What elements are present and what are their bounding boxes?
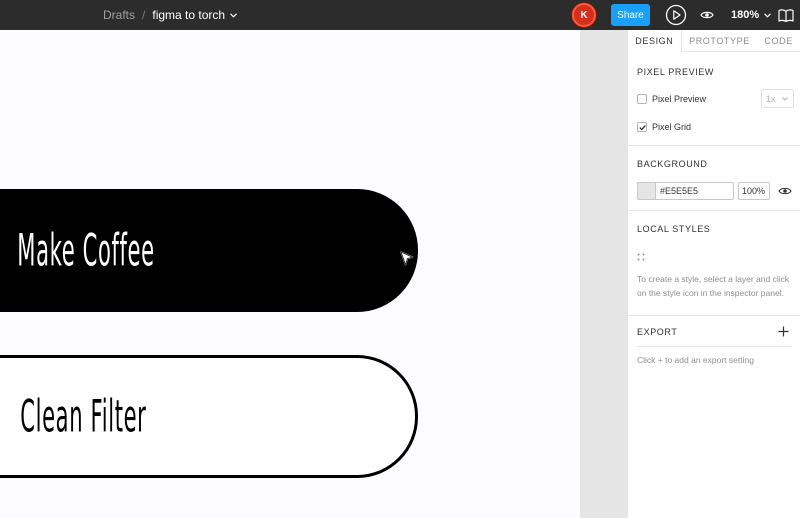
pixel-preview-label: Pixel Preview [652,94,707,104]
toolbar: Drafts / figma to torch K Share 180% [0,0,800,30]
background-color-swatch[interactable] [637,182,655,200]
section-divider [628,315,800,316]
section-divider [628,210,800,211]
tab-design[interactable]: DESIGN [628,30,682,52]
export-help-text: Click + to add an export setting [637,355,754,365]
pixel-grid-checkbox[interactable] [637,122,647,132]
clean-filter-label: Clean Filter [20,390,147,443]
chevron-down-icon [764,12,772,18]
tab-code[interactable]: CODE [757,30,800,52]
local-styles-help-text: To create a style, select a layer and cl… [637,274,790,298]
play-icon [665,4,687,26]
zoom-menu[interactable]: 180% [731,0,772,30]
share-button[interactable]: Share [611,4,650,26]
style-grid-icon[interactable] [637,253,645,261]
section-divider [628,145,800,146]
background-title: BACKGROUND [637,159,708,169]
book-icon [778,8,794,22]
help-button[interactable] [778,7,794,23]
checkmark-icon [639,124,646,131]
make-coffee-button-frame[interactable]: Make Coffee [0,189,418,312]
scale-value: 1x [766,93,776,104]
make-coffee-label: Make Coffee [17,224,155,277]
pixel-preview-title: PIXEL PREVIEW [637,67,714,77]
panel-tabs: DESIGN PROTOTYPE CODE [628,30,800,52]
local-styles-title: LOCAL STYLES [637,224,711,234]
background-opacity-input[interactable]: 100% [738,182,770,200]
canvas-gutter [580,30,627,518]
breadcrumb: Drafts / figma to torch [103,0,237,30]
breadcrumb-separator: / [142,8,146,22]
plus-icon[interactable] [778,326,789,337]
view-settings-button[interactable] [699,7,715,23]
properties-panel: DESIGN PROTOTYPE CODE PIXEL PREVIEW Pixe… [627,30,800,518]
eye-icon[interactable] [778,185,792,197]
chevron-down-icon[interactable] [230,12,237,18]
design-canvas[interactable]: Make Coffee Clean Filter [0,30,580,518]
export-title: EXPORT [637,327,678,337]
breadcrumb-drafts-link[interactable]: Drafts [103,8,135,22]
present-button[interactable] [665,4,687,26]
eye-icon [700,11,714,19]
clean-filter-button-frame[interactable]: Clean Filter [0,355,418,478]
chevron-down-icon [782,97,788,101]
zoom-level: 180% [731,9,760,21]
file-name-menu[interactable]: figma to torch [152,8,225,22]
pointer-cursor-icon [400,251,414,266]
section-divider [637,346,792,347]
pixel-grid-label: Pixel Grid [652,122,692,132]
tab-prototype[interactable]: PROTOTYPE [681,30,758,52]
background-hex-input[interactable]: #E5E5E5 [655,182,734,200]
pixel-preview-checkbox[interactable] [637,94,647,104]
pixel-preview-scale-select[interactable]: 1x [761,89,794,108]
user-avatar[interactable]: K [572,3,596,27]
